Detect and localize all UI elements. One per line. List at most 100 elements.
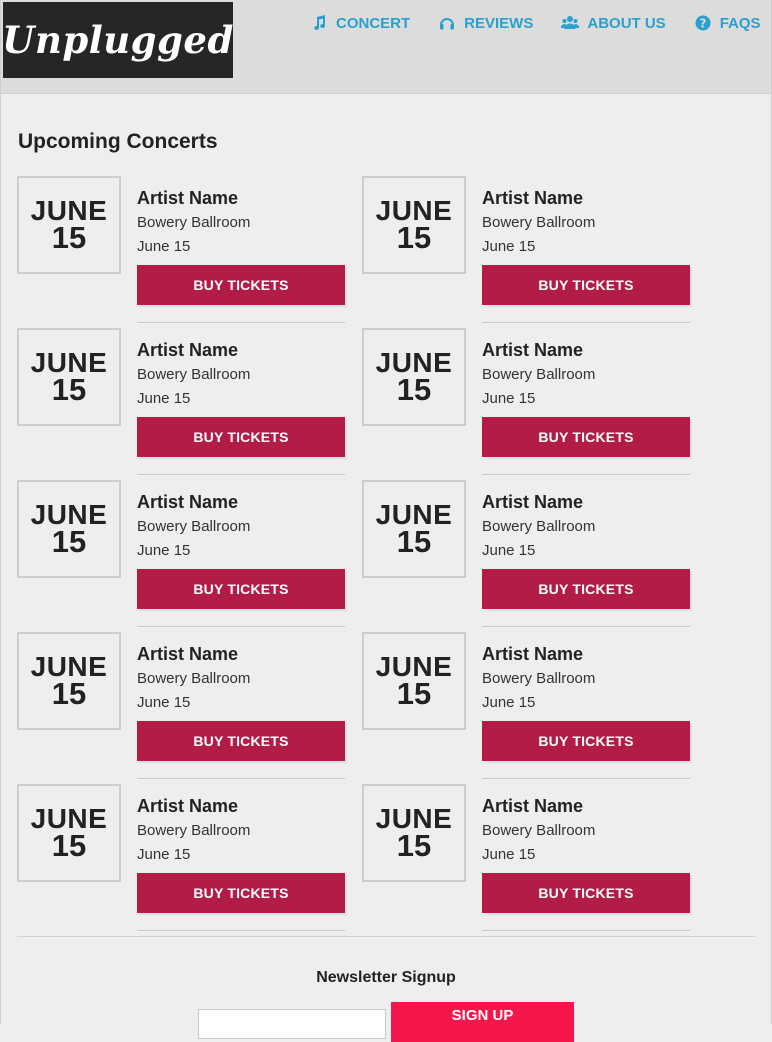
nav-faqs-label: FAQS xyxy=(719,14,761,32)
artist-name: Artist Name xyxy=(482,492,584,512)
newsletter-title: Newsletter Signup xyxy=(316,969,456,986)
concert-row: JUNE 15 Artist Name Bowery Ballroom June… xyxy=(17,480,707,632)
buy-tickets-button[interactable]: BUY TICKETS xyxy=(137,265,345,305)
concert-row: JUNE 15 Artist Name Bowery Ballroom June… xyxy=(17,176,707,328)
svg-text:?: ? xyxy=(699,16,706,30)
concert-date: June 15 xyxy=(482,542,536,559)
artist-name: Artist Name xyxy=(137,644,239,664)
card-divider xyxy=(482,474,690,475)
buy-tickets-button[interactable]: BUY TICKETS xyxy=(482,265,690,305)
artist-name: Artist Name xyxy=(137,492,239,512)
buy-tickets-button[interactable]: BUY TICKETS xyxy=(482,873,690,913)
card-divider xyxy=(137,322,345,323)
newsletter-email-input[interactable] xyxy=(198,1009,386,1039)
concert-row: JUNE 15 Artist Name Bowery Ballroom June… xyxy=(17,328,707,480)
date-badge: JUNE 15 xyxy=(362,784,466,882)
date-day: 15 xyxy=(396,219,432,255)
buy-tickets-button[interactable]: BUY TICKETS xyxy=(137,417,345,457)
headphones-icon xyxy=(438,14,456,32)
concert-card: JUNE 15 Artist Name Bowery Ballroom June… xyxy=(17,176,362,328)
date-day: 15 xyxy=(396,675,432,711)
concert-card: JUNE 15 Artist Name Bowery Ballroom June… xyxy=(17,480,362,632)
main-nav: CONCERT REVIEWS ABOUT US ? FAQS xyxy=(310,14,761,32)
page-title: Upcoming Concerts xyxy=(18,130,218,153)
card-divider xyxy=(482,322,690,323)
question-circle-icon: ? xyxy=(694,14,712,32)
card-divider xyxy=(137,474,345,475)
date-badge: JUNE 15 xyxy=(362,632,466,730)
card-divider xyxy=(482,930,690,931)
venue-name: Bowery Ballroom xyxy=(137,822,251,839)
concert-grid: JUNE 15 Artist Name Bowery Ballroom June… xyxy=(17,176,707,936)
nav-reviews[interactable]: REVIEWS xyxy=(438,14,533,32)
card-divider xyxy=(482,778,690,779)
concert-date: June 15 xyxy=(137,846,191,863)
venue-name: Bowery Ballroom xyxy=(137,214,251,231)
concert-card: JUNE 15 Artist Name Bowery Ballroom June… xyxy=(17,632,362,784)
date-day: 15 xyxy=(51,219,87,255)
artist-name: Artist Name xyxy=(137,188,239,208)
concert-row: JUNE 15 Artist Name Bowery Ballroom June… xyxy=(17,632,707,784)
footer-divider xyxy=(17,936,755,937)
nav-about-us[interactable]: ABOUT US xyxy=(561,14,666,32)
concert-card: JUNE 15 Artist Name Bowery Ballroom June… xyxy=(362,480,707,632)
date-day: 15 xyxy=(51,371,87,407)
buy-tickets-button[interactable]: BUY TICKETS xyxy=(137,721,345,761)
venue-name: Bowery Ballroom xyxy=(137,670,251,687)
date-day: 15 xyxy=(396,523,432,559)
buy-tickets-button[interactable]: BUY TICKETS xyxy=(482,417,690,457)
site-header: Unplugged CONCERT REVIEWS ABOUT US ? FAQ… xyxy=(1,0,771,94)
page-border-left xyxy=(0,0,1,1024)
concert-date: June 15 xyxy=(137,238,191,255)
venue-name: Bowery Ballroom xyxy=(482,366,596,383)
venue-name: Bowery Ballroom xyxy=(137,518,251,535)
buy-tickets-button[interactable]: BUY TICKETS xyxy=(482,569,690,609)
card-divider xyxy=(137,626,345,627)
date-day: 15 xyxy=(396,827,432,863)
artist-name: Artist Name xyxy=(482,188,584,208)
date-day: 15 xyxy=(396,371,432,407)
concert-row: JUNE 15 Artist Name Bowery Ballroom June… xyxy=(17,784,707,936)
concert-card: JUNE 15 Artist Name Bowery Ballroom June… xyxy=(362,784,707,936)
venue-name: Bowery Ballroom xyxy=(482,518,596,535)
date-badge: JUNE 15 xyxy=(362,176,466,274)
concert-card: JUNE 15 Artist Name Bowery Ballroom June… xyxy=(17,784,362,936)
venue-name: Bowery Ballroom xyxy=(482,822,596,839)
concert-card: JUNE 15 Artist Name Bowery Ballroom June… xyxy=(362,328,707,480)
date-badge: JUNE 15 xyxy=(362,480,466,578)
buy-tickets-button[interactable]: BUY TICKETS xyxy=(137,569,345,609)
sign-up-button[interactable]: SIGN UP xyxy=(391,1002,574,1042)
concert-date: June 15 xyxy=(482,238,536,255)
artist-name: Artist Name xyxy=(482,796,584,816)
date-badge: JUNE 15 xyxy=(17,784,121,882)
artist-name: Artist Name xyxy=(137,340,239,360)
card-divider xyxy=(137,930,345,931)
concert-date: June 15 xyxy=(482,694,536,711)
date-day: 15 xyxy=(51,675,87,711)
date-badge: JUNE 15 xyxy=(17,480,121,578)
concert-card: JUNE 15 Artist Name Bowery Ballroom June… xyxy=(17,328,362,480)
nav-concert[interactable]: CONCERT xyxy=(310,14,410,32)
buy-tickets-button[interactable]: BUY TICKETS xyxy=(137,873,345,913)
venue-name: Bowery Ballroom xyxy=(482,670,596,687)
date-day: 15 xyxy=(51,827,87,863)
site-logo[interactable]: Unplugged xyxy=(2,2,234,78)
logo-text: Unplugged xyxy=(2,18,234,62)
nav-reviews-label: REVIEWS xyxy=(464,14,534,32)
concert-date: June 15 xyxy=(137,542,191,559)
nav-about-us-label: ABOUT US xyxy=(587,14,666,32)
date-badge: JUNE 15 xyxy=(17,328,121,426)
venue-name: Bowery Ballroom xyxy=(482,214,596,231)
venue-name: Bowery Ballroom xyxy=(137,366,251,383)
concert-date: June 15 xyxy=(482,390,536,407)
nav-faqs[interactable]: ? FAQS xyxy=(694,14,761,32)
concert-card: JUNE 15 Artist Name Bowery Ballroom June… xyxy=(362,176,707,328)
buy-tickets-button[interactable]: BUY TICKETS xyxy=(482,721,690,761)
nav-concert-label: CONCERT xyxy=(336,14,411,32)
concert-date: June 15 xyxy=(137,390,191,407)
date-badge: JUNE 15 xyxy=(362,328,466,426)
date-badge: JUNE 15 xyxy=(17,176,121,274)
concert-date: June 15 xyxy=(482,846,536,863)
users-icon xyxy=(561,14,580,32)
concert-card: JUNE 15 Artist Name Bowery Ballroom June… xyxy=(362,632,707,784)
